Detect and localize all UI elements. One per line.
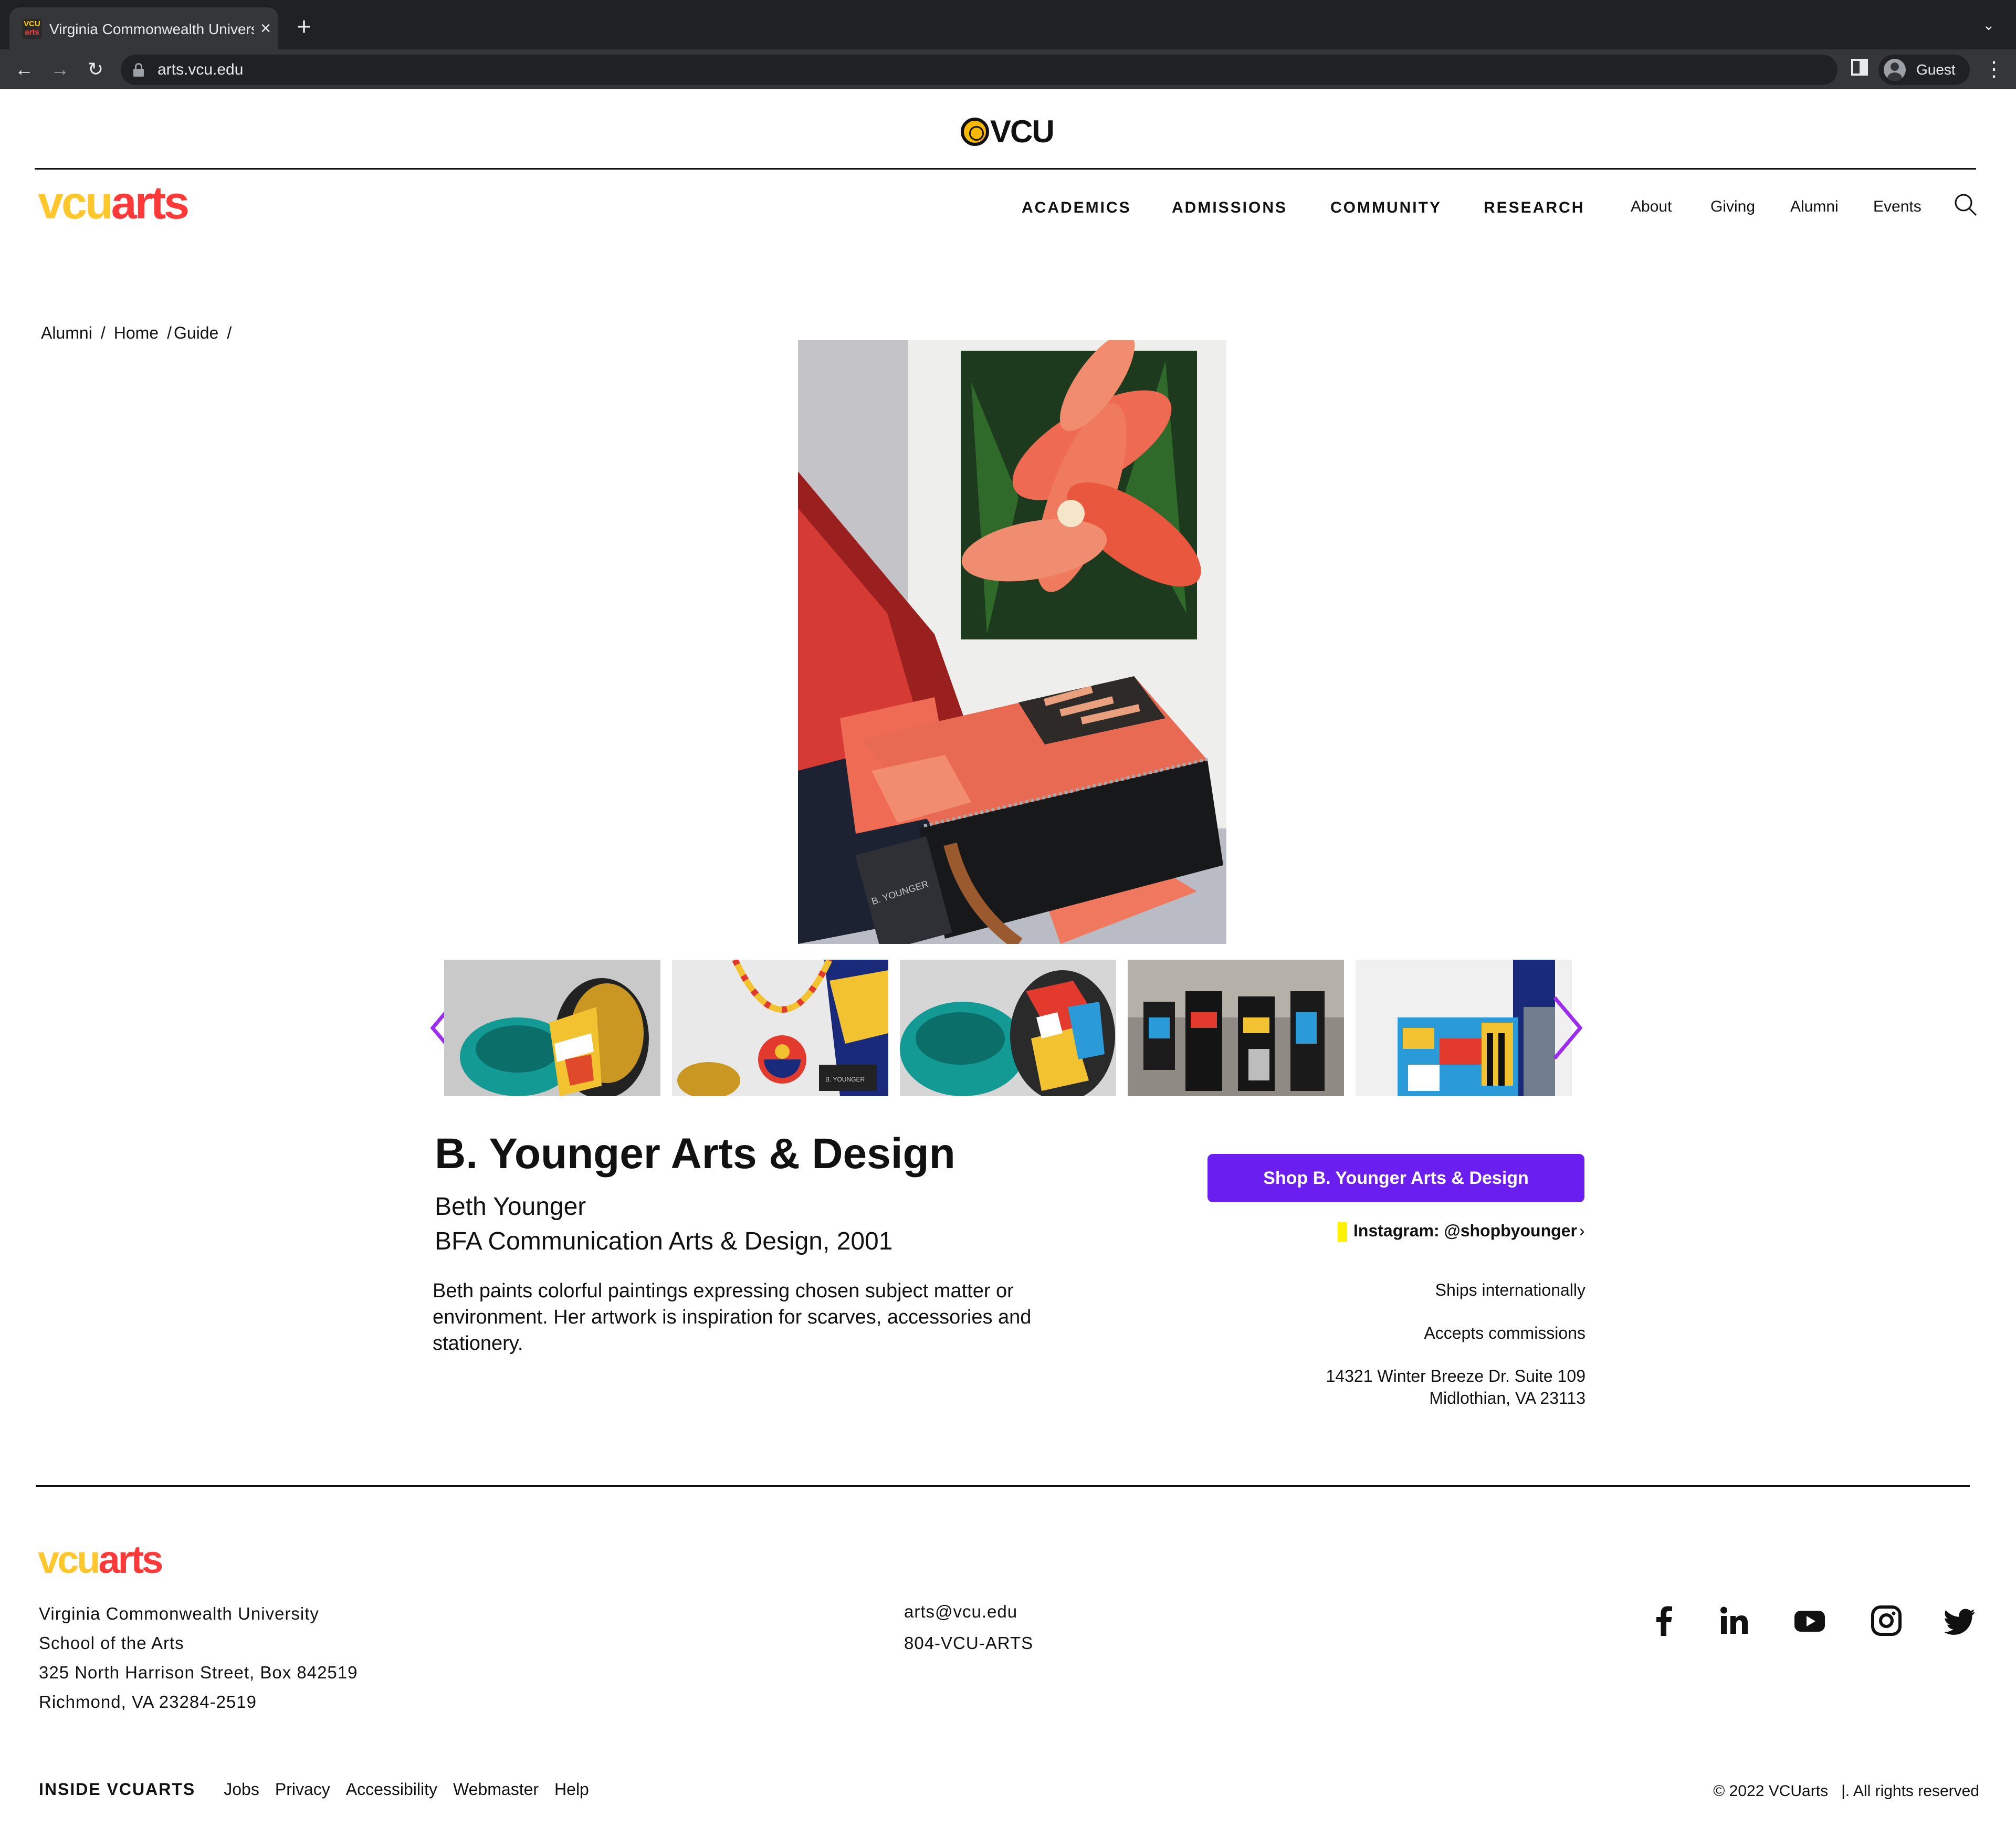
twitter-icon[interactable]	[1945, 1604, 1977, 1637]
browser-tab[interactable]: VCU arts Virginia Commonwealth University…	[9, 7, 278, 49]
new-tab-plus-icon[interactable]: +	[292, 15, 316, 40]
footer-divider	[36, 1485, 1970, 1487]
thumbnail-image	[1128, 960, 1344, 1096]
close-tab-icon[interactable]: ×	[256, 19, 275, 38]
inside-vcuarts-label: INSIDE VCUARTS	[39, 1780, 196, 1799]
footer-contact: arts@vcu.edu 804-VCU-ARTS	[904, 1596, 1033, 1659]
thumbnail-tote-bag[interactable]	[1356, 960, 1572, 1096]
thumbnail-bangles-1[interactable]	[444, 960, 660, 1096]
carousel-next-arrow-icon[interactable]	[1552, 995, 1583, 1060]
breadcrumb-alumni[interactable]: Alumni	[41, 323, 92, 342]
breadcrumb-home[interactable]: Home	[114, 323, 159, 342]
forward-icon[interactable]: →	[47, 57, 72, 82]
side-panel-icon[interactable]	[1851, 59, 1868, 76]
reload-icon[interactable]: ↻	[83, 57, 108, 82]
nav-giving[interactable]: Giving	[1710, 196, 1755, 217]
brand-vcu: vcu	[38, 176, 113, 228]
nav-community[interactable]: COMMUNITY	[1330, 197, 1442, 218]
footer-links: INSIDE VCUARTS Jobs Privacy Accessibility We…	[39, 1778, 605, 1801]
footer-link-jobs[interactable]: Jobs	[224, 1780, 259, 1799]
footer-address-line: Richmond, VA 23284-2519	[39, 1692, 257, 1712]
footer-address-line: 325 North Harrison Street, Box 842519	[39, 1663, 358, 1682]
thumbnail-image: B. YOUNGER	[672, 960, 888, 1096]
lock-icon[interactable]	[133, 63, 144, 77]
hero-product-photo: B. YOUNGER	[798, 340, 1226, 944]
url-text[interactable]: arts.vcu.edu	[158, 55, 243, 85]
vcu-logo-text: VCU	[990, 114, 1055, 149]
browser-toolbar: ← → ↻ arts.vcu.edu Guest ⋮	[0, 49, 2016, 89]
browser-tab-bar: VCU arts Virginia Commonwealth University…	[0, 0, 2016, 49]
business-description: Beth paints colorful paintings expressin…	[433, 1280, 1032, 1354]
nav-events[interactable]: Events	[1873, 196, 1922, 217]
instagram-link[interactable]: Instagram: @shopbyounger ›	[1338, 1219, 1585, 1242]
instagram-label: Instagram: @shopbyounger	[1353, 1221, 1577, 1240]
copyright: © 2022 VCUarts |. All rights reserved	[1713, 1781, 1979, 1802]
brand-arts: arts	[111, 176, 190, 228]
thumbnail-image	[444, 960, 660, 1096]
alumni-degree: BFA Communication Arts & Design, 2001	[435, 1227, 893, 1255]
thumbnail-necklace[interactable]: B. YOUNGER	[672, 960, 888, 1096]
profile-button[interactable]: Guest	[1878, 55, 1970, 85]
nav-admissions[interactable]: ADMISSIONS	[1172, 197, 1287, 218]
avatar-icon	[1884, 59, 1906, 81]
thumbnail-bangles-2[interactable]	[900, 960, 1116, 1096]
footer-phone[interactable]: 804-VCU-ARTS	[904, 1628, 1033, 1659]
footer-brand-arts: arts	[98, 1538, 164, 1581]
rights-text: |. All rights reserved	[1841, 1782, 1979, 1800]
footer-address-line: Virginia Commonwealth University	[39, 1604, 319, 1623]
accepts-commissions: Accepts commissions	[1424, 1324, 1586, 1342]
nav-about[interactable]: About	[1631, 196, 1672, 217]
thumbnail-image	[1356, 960, 1572, 1096]
ships-internationally: Ships internationally	[1435, 1280, 1586, 1299]
facebook-icon[interactable]	[1648, 1604, 1681, 1637]
breadcrumb-separator: /	[100, 323, 106, 342]
nav-alumni[interactable]: Alumni	[1790, 196, 1839, 217]
footer-brand-vcu: vcu	[38, 1538, 100, 1581]
vcuarts-favicon-icon: VCU arts	[22, 19, 42, 39]
business-address-line2: Midlothian, VA 23113	[1429, 1389, 1586, 1408]
shop-button[interactable]: Shop B. Younger Arts & Design	[1208, 1154, 1584, 1202]
youtube-icon[interactable]	[1793, 1604, 1826, 1637]
thumbnail-image	[900, 960, 1116, 1096]
breadcrumb: Alumni / Home / Guide /	[41, 322, 240, 343]
footer-email[interactable]: arts@vcu.edu	[904, 1596, 1033, 1628]
hero-illustration: B. YOUNGER	[798, 340, 1226, 944]
breadcrumb-guide[interactable]: Guide	[174, 323, 218, 342]
footer-address: Virginia Commonwealth University School …	[39, 1599, 358, 1717]
alumni-name: Beth Younger	[435, 1193, 586, 1221]
footer-address-line: School of the Arts	[39, 1633, 184, 1653]
header-divider	[35, 168, 1976, 170]
business-address-line1: 14321 Winter Breeze Dr. Suite 109	[1326, 1367, 1586, 1385]
vcuarts-logo[interactable]: vcuarts	[38, 176, 190, 229]
breadcrumb-separator: /	[167, 323, 172, 342]
vcu-logo[interactable]: VCU	[961, 114, 1055, 149]
footer-link-webmaster[interactable]: Webmaster	[453, 1780, 539, 1799]
linkedin-icon[interactable]	[1718, 1604, 1750, 1637]
thumbnail-models[interactable]	[1128, 960, 1344, 1096]
nav-academics[interactable]: ACADEMICS	[1022, 197, 1131, 218]
breadcrumb-separator: /	[227, 323, 232, 342]
favicon-bottom-text: arts	[25, 28, 39, 37]
address-bar[interactable]: arts.vcu.edu	[121, 55, 1838, 85]
back-icon[interactable]: ←	[12, 57, 37, 82]
footer-link-help[interactable]: Help	[554, 1780, 589, 1799]
thumb-tag-text: B. YOUNGER	[825, 1076, 865, 1083]
tab-search-chevron-icon[interactable]: ⌄	[1978, 15, 1999, 36]
instagram-icon[interactable]	[1870, 1604, 1903, 1637]
page-title: B. Younger Arts & Design	[435, 1130, 956, 1178]
footer-vcuarts-logo[interactable]: vcuarts	[38, 1537, 164, 1582]
instagram-highlight-icon	[1338, 1222, 1347, 1242]
vcu-seal-icon	[961, 118, 989, 146]
chevron-right-icon: ›	[1579, 1221, 1585, 1240]
nav-research[interactable]: RESEARCH	[1484, 197, 1584, 218]
favicon-top-text: VCU	[24, 19, 40, 28]
profile-label: Guest	[1916, 61, 1956, 78]
tab-title: Virginia Commonwealth University	[49, 21, 254, 37]
copyright-text: © 2022 VCUarts	[1713, 1782, 1829, 1800]
search-icon[interactable]	[1953, 192, 1978, 217]
footer-link-privacy[interactable]: Privacy	[275, 1780, 330, 1799]
kebab-menu-icon[interactable]: ⋮	[1983, 57, 2004, 82]
footer-link-accessibility[interactable]: Accessibility	[346, 1780, 437, 1799]
